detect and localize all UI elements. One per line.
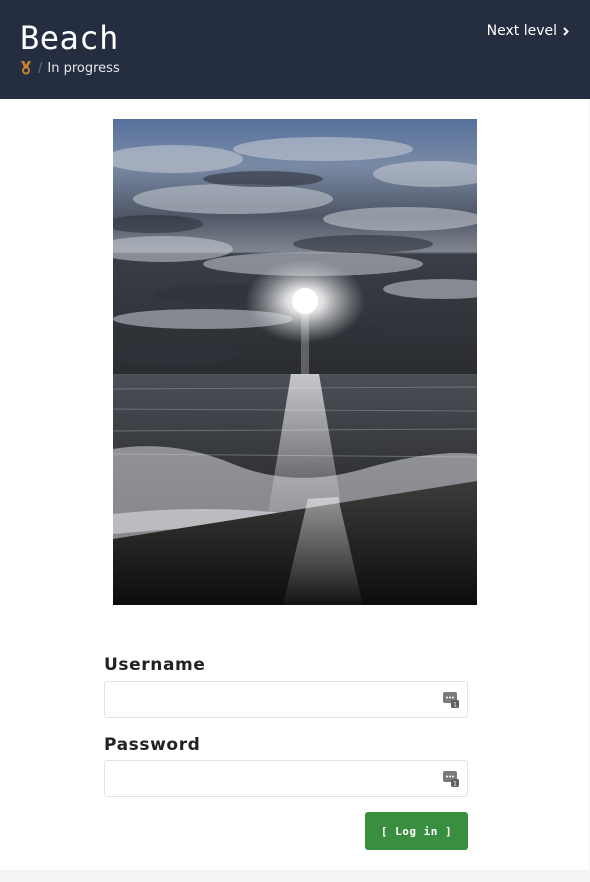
password-manager-icon[interactable]: 1 — [443, 770, 459, 787]
level-title: Beach — [20, 19, 119, 57]
password-label: Password — [104, 735, 201, 755]
username-input[interactable] — [105, 682, 467, 717]
username-label: Username — [104, 655, 206, 675]
svg-text:1: 1 — [453, 702, 457, 709]
login-button[interactable]: [ Log in ] — [365, 812, 468, 850]
page-header: Beach / In progress Next level — [0, 0, 590, 99]
level-status: / In progress — [19, 59, 120, 77]
next-level-label: Next level — [486, 23, 557, 39]
beach-sunset-photo — [113, 119, 477, 605]
status-text: In progress — [47, 60, 120, 76]
username-field-wrapper: 1 — [104, 681, 468, 718]
medal-icon — [19, 61, 33, 75]
chevron-right-icon — [563, 26, 569, 36]
password-field-wrapper: 1 — [104, 760, 468, 797]
main-content: Username 1 Password 1 [Log in] — [0, 99, 589, 870]
next-level-link[interactable]: Next level — [487, 23, 569, 39]
password-input[interactable] — [105, 761, 467, 796]
password-manager-icon[interactable]: 1 — [443, 691, 459, 708]
status-separator: / — [38, 60, 43, 76]
svg-text:1: 1 — [453, 781, 457, 788]
